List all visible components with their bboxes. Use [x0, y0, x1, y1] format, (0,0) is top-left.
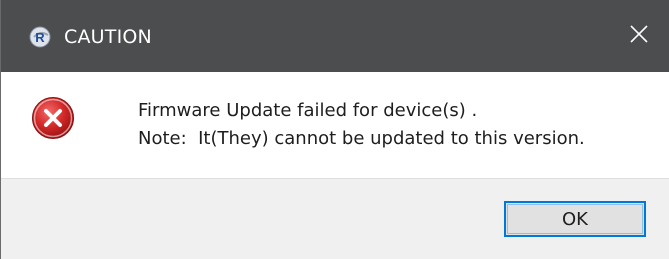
- close-button[interactable]: [608, 0, 669, 72]
- window-title: CAUTION: [64, 26, 152, 48]
- message-line-2: Note: It(They) cannot be updated to this…: [138, 128, 585, 149]
- message-line-1: Firmware Update failed for device(s) .: [138, 100, 478, 121]
- caution-dialog: R CAUTION Firmware Update failed for dev…: [0, 0, 669, 259]
- ok-button[interactable]: OK: [504, 201, 646, 237]
- close-icon: [630, 25, 648, 47]
- dialog-content: Firmware Update failed for device(s) . N…: [1, 72, 669, 178]
- error-icon: [31, 96, 75, 140]
- svg-text:R: R: [35, 30, 45, 45]
- title-bar[interactable]: R CAUTION: [1, 0, 669, 72]
- message-text: Firmware Update failed for device(s) . N…: [138, 97, 585, 153]
- r-app-icon: R: [29, 26, 51, 48]
- button-bar: OK: [1, 178, 669, 259]
